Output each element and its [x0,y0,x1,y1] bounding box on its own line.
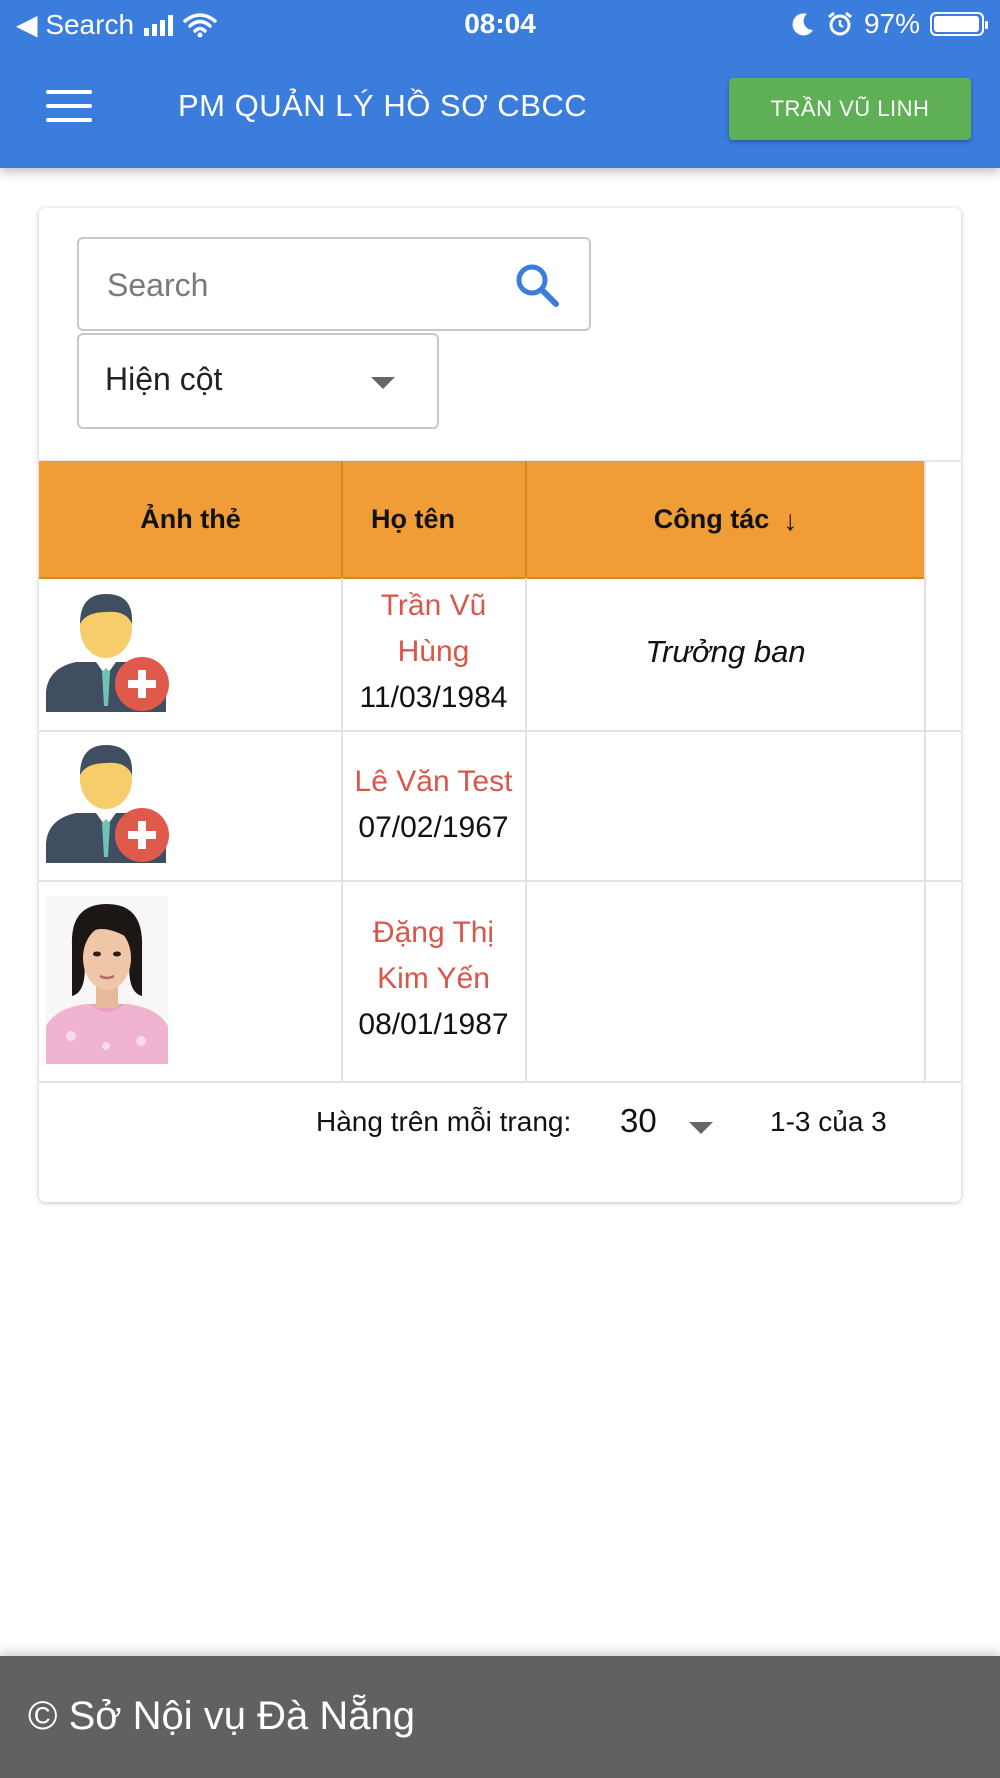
work-position: Trưởng ban [645,634,806,669]
employee-name-line2[interactable]: Kim Yến [342,956,525,1002]
battery-percent: 97% [863,8,920,39]
default-avatar-icon [46,745,169,863]
search-icon[interactable] [513,261,561,309]
name-cell: Trần Vũ Hùng 11/03/1984 [342,583,525,721]
birth-date: 08/01/1987 [358,1008,509,1041]
app-title: PM QUẢN LÝ HỒ SƠ CBCC [178,88,588,123]
column-header-work[interactable]: Công tác ↓ [527,461,924,577]
birth-date: 07/02/1967 [358,811,509,844]
pagination: Hàng trên mỗi trang: 30 1-3 của 3 [39,1086,961,1156]
column-header-photo[interactable]: Ảnh thẻ [39,461,342,577]
name-cell: Lê Văn Test 07/02/1967 [342,759,525,851]
name-cell: Đặng Thị Kim Yến 08/01/1987 [342,910,525,1048]
moon-icon [792,13,813,36]
search-input[interactable] [105,261,489,309]
rows-per-page-select[interactable]: 30 [620,1102,657,1140]
chevron-down-icon [371,377,395,389]
user-button[interactable]: TRẦN VŨ LINH [729,78,971,140]
column-select-label: Hiện cột [105,361,223,397]
column-header-name[interactable]: Họ tên [343,461,483,577]
column-visibility-select[interactable]: Hiện cột [77,333,439,429]
birth-date: 11/03/1984 [359,681,508,714]
employee-name-line2[interactable]: Hùng [342,629,525,675]
default-avatar-icon [46,594,169,712]
employee-name[interactable]: Đặng Thị [342,910,525,956]
battery-icon [930,12,988,36]
employee-name[interactable]: Trần Vũ [342,583,525,629]
table-row[interactable]: Lê Văn Test 07/02/1967 [39,732,961,882]
table-header: Ảnh thẻ Họ tên Công tác ↓ [39,461,924,579]
alarm-icon [828,11,852,36]
portrait-photo [46,896,168,1064]
table-row[interactable]: Đặng Thị Kim Yến 08/01/1987 [39,882,961,1083]
hamburger-menu-icon[interactable] [46,90,92,126]
footer: © Sở Nội vụ Đà Nẵng [0,1656,1000,1778]
records-card: Hiện cột Ảnh thẻ Họ tên Công tác ↓ [39,208,961,1202]
status-bar: ◀ Search 08:04 97% [0,0,1000,50]
table-row[interactable]: Trần Vũ Hùng 11/03/1984 Trưởng ban [39,578,961,732]
employee-name[interactable]: Lê Văn Test [342,759,525,805]
sort-arrow-down-icon[interactable]: ↓ [783,463,797,579]
page-range: 1-3 của 3 [770,1106,887,1137]
column-header-work-label: Công tác [653,504,770,534]
search-field[interactable] [77,237,591,331]
rows-per-page-label: Hàng trên mỗi trang: [316,1106,572,1137]
chevron-down-icon[interactable] [689,1122,713,1134]
footer-copyright: © Sở Nội vụ Đà Nẵng [28,1694,415,1738]
app-bar: ◀ Search 08:04 97% PM QUẢN LÝ HỒ SƠ CBCC… [0,0,1000,168]
